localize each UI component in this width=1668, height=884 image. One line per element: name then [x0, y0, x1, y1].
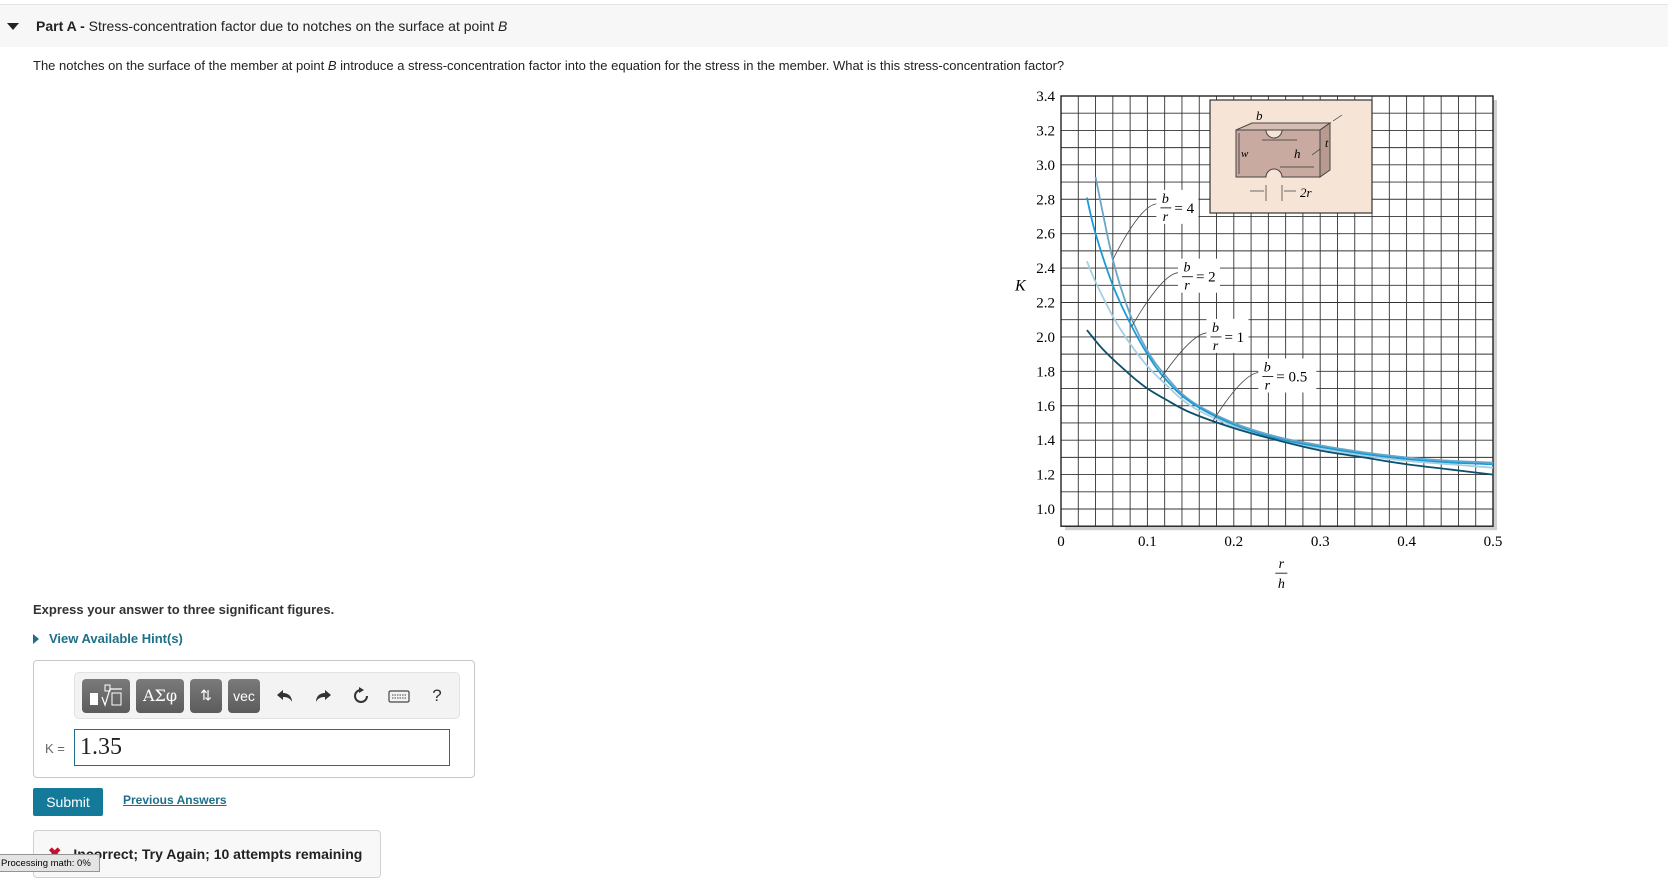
keyboard-button[interactable] — [380, 679, 418, 713]
y-tick-label: 1.4 — [1036, 433, 1055, 449]
mathjax-status: Processing math: 0% — [0, 854, 100, 872]
annotation-denominator-4: r — [1265, 378, 1271, 393]
stress-concentration-chart: b w h t 2r b r = 4 b r = 2 b r = 1 b r = 0.5 1.0 1.2… — [1000, 85, 1520, 605]
answer-instruction: Express your answer to three significant… — [33, 602, 335, 617]
previous-answers-link[interactable]: Previous Answers — [123, 793, 227, 807]
x-tick-label: 0.1 — [1138, 534, 1157, 550]
part-title: Part A - Stress-concentration factor due… — [36, 18, 507, 34]
undo-icon — [277, 689, 292, 702]
annotation-numerator-1: b — [1162, 192, 1169, 207]
inset-label-2r: 2r — [1300, 185, 1313, 200]
x-tick-label: 0.5 — [1484, 534, 1503, 550]
x-tick-label: 0 — [1057, 534, 1065, 550]
answer-variable-label: K = — [45, 741, 65, 756]
y-tick-label: 1.8 — [1036, 364, 1055, 380]
part-label: Part A - — [36, 18, 85, 34]
chart-svg: b w h t 2r br= 4br= 2br= 1br= 0.5 1.01.2… — [1014, 89, 1503, 592]
annotation-value-3: = 1 — [1224, 330, 1244, 346]
inset-label-b: b — [1256, 108, 1263, 123]
annotation-denominator-3: r — [1213, 339, 1219, 354]
question-text-before: The notches on the surface of the member… — [33, 58, 328, 73]
x-axis-label: r h — [1275, 557, 1288, 592]
block-side-face — [1319, 122, 1331, 178]
help-button[interactable]: ? — [418, 679, 456, 713]
question-text: The notches on the surface of the member… — [33, 58, 1064, 73]
y-tick-label: 2.0 — [1036, 330, 1055, 346]
inset-label-h: h — [1294, 146, 1301, 161]
y-tick-label: 2.4 — [1036, 261, 1055, 277]
annotation-denominator-2: r — [1184, 279, 1190, 294]
greek-symbols-button[interactable]: ΑΣφ — [136, 678, 184, 713]
collapse-caret-icon[interactable] — [7, 22, 19, 30]
reset-button[interactable] — [342, 679, 380, 713]
reset-icon — [354, 686, 368, 703]
y-tick-label: 3.0 — [1036, 158, 1055, 174]
part-a-header[interactable]: Part A - Stress-concentration factor due… — [0, 5, 1668, 47]
x-tick-label: 0.4 — [1397, 534, 1416, 550]
y-tick-label: 1.6 — [1036, 399, 1055, 415]
y-tick-label: 2.2 — [1036, 296, 1055, 312]
keyboard-icon — [388, 689, 410, 703]
redo-button[interactable] — [304, 679, 342, 713]
feedback-text: Incorrect; Try Again; 10 attempts remain… — [73, 846, 363, 862]
annotation-value-1: = 4 — [1174, 201, 1194, 217]
fraction-root-template-icon — [90, 684, 122, 707]
view-hints-toggle[interactable]: View Available Hint(s) — [33, 631, 183, 646]
annotation-value-2: = 2 — [1196, 270, 1216, 286]
x-axis-label-numerator: r — [1279, 557, 1285, 572]
part-title-text: Stress-concentration factor due to notch… — [88, 18, 498, 34]
y-tick-label: 3.2 — [1036, 123, 1055, 139]
inset-figure: b w h t 2r — [1209, 99, 1373, 214]
annotation-numerator-4: b — [1264, 360, 1271, 375]
answer-input[interactable]: 1.35 — [74, 729, 450, 766]
y-tick-label: 1.0 — [1036, 502, 1055, 518]
answer-container: ΑΣφ ⇅ vec ? K = 1.35 — [33, 660, 475, 778]
templates-button[interactable] — [82, 678, 130, 713]
sub-superscript-button[interactable]: ⇅ — [190, 678, 222, 713]
part-title-point: B — [498, 18, 508, 34]
x-tick-label: 0.2 — [1224, 534, 1243, 550]
expand-caret-icon — [33, 633, 39, 644]
annotation-denominator-1: r — [1163, 210, 1169, 225]
y-tick-label: 2.6 — [1036, 227, 1055, 243]
math-toolbar: ΑΣφ ⇅ vec ? — [74, 672, 460, 719]
block-front-face — [1235, 129, 1321, 178]
x-axis-label-denominator: h — [1278, 577, 1285, 592]
y-tick-label: 2.8 — [1036, 192, 1055, 208]
x-tick-label: 0.3 — [1311, 534, 1330, 550]
vector-button[interactable]: vec — [228, 678, 260, 713]
undo-button[interactable] — [266, 679, 304, 713]
y-tick-label: 1.2 — [1036, 468, 1055, 484]
annotation-value-4: = 0.5 — [1276, 369, 1307, 385]
inset-label-w: w — [1241, 148, 1249, 160]
hints-label: View Available Hint(s) — [49, 631, 183, 646]
annotation-numerator-2: b — [1183, 261, 1190, 276]
block-top-face — [1235, 122, 1332, 131]
question-text-after: introduce a stress-concentration factor … — [336, 58, 1065, 73]
y-tick-label: 3.4 — [1036, 89, 1055, 105]
question-point: B — [327, 58, 337, 73]
submit-button[interactable]: Submit — [33, 788, 103, 816]
annotation-numerator-3: b — [1212, 321, 1219, 336]
y-axis-label: K — [1014, 277, 1027, 294]
redo-icon — [316, 689, 331, 702]
